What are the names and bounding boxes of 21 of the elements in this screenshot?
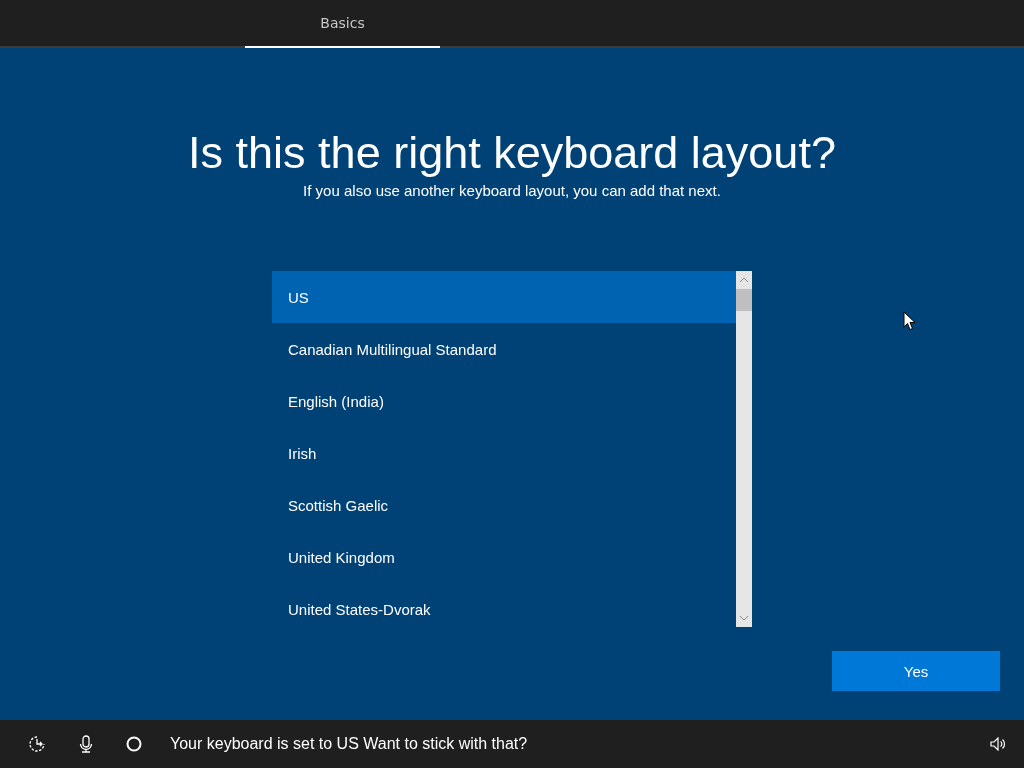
layout-item[interactable]: United States-Dvorak (272, 583, 736, 635)
layout-item[interactable]: English (India) (272, 375, 736, 427)
scroll-up-icon[interactable] (739, 277, 749, 283)
scroll-down-icon[interactable] (739, 615, 749, 621)
layout-item[interactable]: Scottish Gaelic (272, 479, 736, 531)
page-subtitle: If you also use another keyboard layout, you can add that next. (303, 182, 721, 199)
scroll-thumb[interactable] (736, 289, 752, 311)
assistant-message: Your keyboard is set to US Want to stick with that? (170, 735, 528, 753)
layout-item[interactable]: Canadian Multilingual Standard (272, 323, 736, 375)
scrollbar[interactable] (736, 271, 752, 627)
layout-item[interactable]: United Kingdom (272, 531, 736, 583)
circle-icon[interactable] (126, 736, 142, 752)
accessibility-icon[interactable] (28, 735, 48, 753)
page-title: Is this the right keyboard layout? (188, 126, 836, 180)
mouse-pointer-icon (903, 311, 916, 331)
microphone-icon[interactable] (79, 735, 93, 753)
layout-item[interactable]: Irish (272, 427, 736, 479)
setup-tab[interactable]: Basics (245, 0, 440, 48)
yes-button[interactable]: Yes (832, 651, 1000, 691)
speaker-icon[interactable] (990, 737, 1006, 751)
layout-item[interactable]: US (272, 271, 736, 323)
